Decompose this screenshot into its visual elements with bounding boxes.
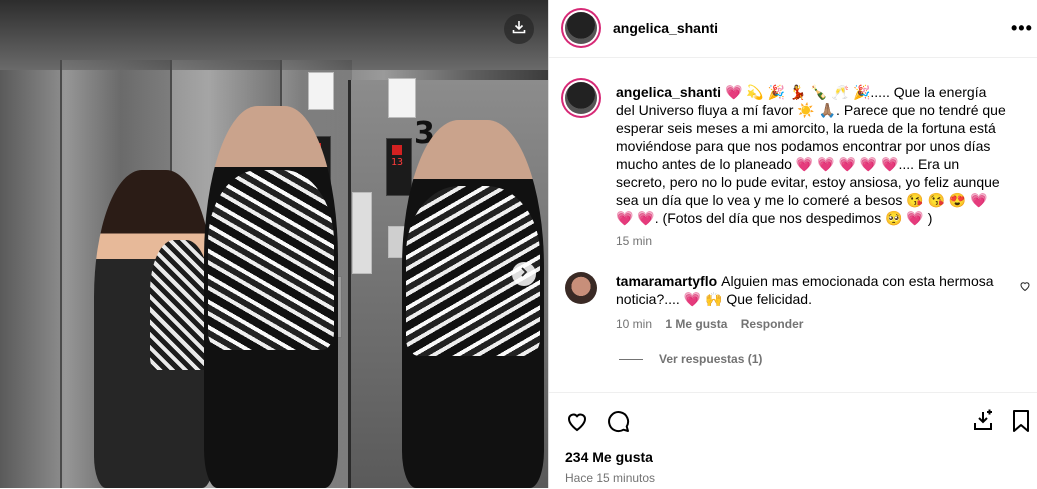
post-side-panel: angelica_shanti ••• angelica_shanti 💗 💫 🎉… [548, 0, 1037, 488]
download-icon [511, 19, 527, 40]
comment-button[interactable] [606, 409, 630, 438]
download-button[interactable] [504, 14, 534, 44]
elevator-notice [388, 78, 416, 118]
post-header: angelica_shanti ••• [549, 0, 1037, 58]
view-replies-button[interactable]: Ver respuestas (1) [619, 352, 762, 366]
view-replies-label: Ver respuestas (1) [659, 352, 763, 366]
save-to-collection-button[interactable] [971, 409, 995, 438]
post-author-username[interactable]: angelica_shanti [613, 20, 718, 36]
comment-meta: 10 min 1 Me gusta Responder [616, 317, 803, 331]
patterned-hoodie [208, 170, 334, 350]
caption-avatar[interactable] [565, 82, 597, 114]
reply-button[interactable]: Responder [741, 317, 804, 331]
leopard-scarf [150, 240, 210, 370]
post-photo[interactable]: 3 3 21 13 [0, 0, 548, 488]
caption-time[interactable]: 15 min [616, 234, 652, 248]
caption-text: 💗 💫 🎉 💃 🍾 🥂 🎉..... Que la energía del Un… [616, 84, 1006, 226]
floor-display: 13 [386, 138, 412, 196]
commenter-avatar[interactable] [565, 272, 597, 304]
post-actions: 234 Me gusta Hace 15 minutos [549, 392, 1037, 489]
more-options-button[interactable]: ••• [1011, 18, 1033, 39]
floor-number: 13 [391, 157, 404, 168]
caption: angelica_shanti 💗 💫 🎉 💃 🍾 🥂 🎉..... Que la… [616, 83, 1006, 227]
comment-likes[interactable]: 1 Me gusta [665, 317, 727, 331]
replies-divider [619, 358, 643, 360]
elevator-button-panel [352, 192, 372, 274]
bookmark-button[interactable] [1011, 409, 1031, 438]
heart-icon [1019, 280, 1031, 295]
save-to-collection-icon [971, 409, 995, 437]
elevator-notice [308, 72, 334, 110]
comment-icon [606, 411, 630, 437]
likes-count[interactable]: 234 Me gusta [565, 449, 653, 465]
post-time[interactable]: Hace 15 minutos [565, 471, 655, 485]
comment-time[interactable]: 10 min [616, 317, 652, 331]
comment-like-button[interactable] [1019, 280, 1031, 295]
caption-username[interactable]: angelica_shanti [616, 84, 721, 100]
next-photo-button[interactable] [512, 262, 536, 286]
like-button[interactable] [565, 409, 589, 438]
chevron-right-icon [518, 265, 530, 283]
comment: tamaramartyflo Alguien mas emocionada con… [616, 272, 1006, 308]
comment-username[interactable]: tamaramartyflo [616, 273, 717, 289]
comments-section: angelica_shanti 💗 💫 🎉 💃 🍾 🥂 🎉..... Que la… [549, 58, 1037, 390]
bookmark-icon [1011, 410, 1031, 437]
heart-icon [565, 413, 589, 437]
avatar[interactable] [565, 12, 597, 44]
